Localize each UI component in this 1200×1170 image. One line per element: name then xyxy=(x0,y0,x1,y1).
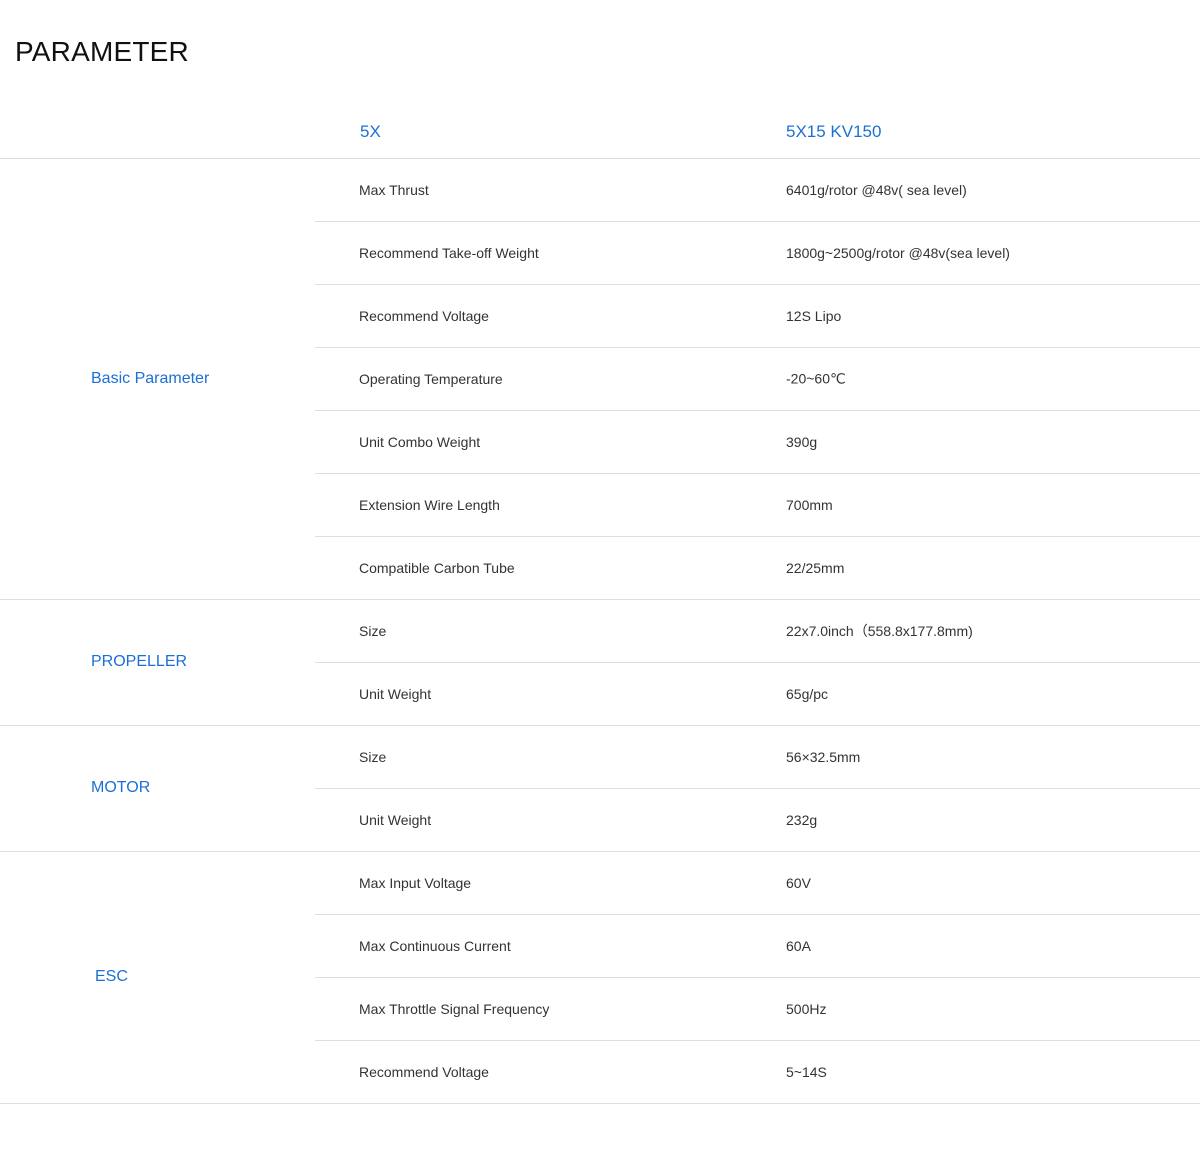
spec-value: -20~60℃ xyxy=(786,370,846,386)
spec-label: Unit Weight xyxy=(359,811,432,828)
spec-label: Size xyxy=(359,622,387,639)
group-divider xyxy=(0,1103,1200,1104)
spec-label: Max Input Voltage xyxy=(359,874,472,891)
spec-value: 500Hz xyxy=(786,1000,827,1017)
group-label: ESC xyxy=(95,968,128,985)
spec-value: 65g/pc xyxy=(786,685,829,702)
header-model: 5X15 KV150 xyxy=(786,122,882,141)
row-divider xyxy=(315,914,1200,915)
group-divider xyxy=(0,599,1200,600)
spec-label: Recommend Voltage xyxy=(359,1063,489,1080)
group-label: Basic Parameter xyxy=(91,369,210,387)
row-divider xyxy=(315,473,1200,474)
group-divider xyxy=(0,158,1200,159)
spec-label: Size xyxy=(359,748,387,765)
row-divider xyxy=(315,1040,1200,1041)
spec-label: Recommend Take-off Weight xyxy=(359,244,539,261)
group-label: MOTOR xyxy=(91,779,151,796)
group-label: PROPELLER xyxy=(91,653,188,670)
spec-label: Max Thrust xyxy=(359,181,429,198)
spec-value: 700mm xyxy=(786,496,833,513)
row-divider xyxy=(315,662,1200,663)
page-title: PARAMETER xyxy=(15,36,189,67)
spec-value: 232g xyxy=(786,811,818,828)
row-divider xyxy=(315,536,1200,537)
group-divider xyxy=(0,725,1200,726)
spec-value: 60A xyxy=(786,937,811,954)
row-divider xyxy=(315,284,1200,285)
spec-label: Unit Combo Weight xyxy=(359,433,481,450)
spec-value: 5~14S xyxy=(786,1063,827,1080)
spec-label: Max Continuous Current xyxy=(359,937,511,954)
spec-value: 22x7.0inch（558.8x177.8mm) xyxy=(786,622,973,639)
row-divider xyxy=(315,977,1200,978)
row-divider xyxy=(315,788,1200,789)
group-divider xyxy=(0,851,1200,852)
spec-label: Unit Weight xyxy=(359,685,432,702)
row-divider xyxy=(315,347,1200,348)
spec-label: Compatible Carbon Tube xyxy=(359,559,515,576)
header-series: 5X xyxy=(360,122,381,141)
spec-value: 12S Lipo xyxy=(786,307,842,324)
spec-label: Extension Wire Length xyxy=(359,496,500,513)
row-divider xyxy=(315,410,1200,411)
spec-value: 6401g/rotor @48v( sea level) xyxy=(786,181,967,198)
spec-value: 22/25mm xyxy=(786,559,845,576)
spec-value: 1800g~2500g/rotor @48v(sea level) xyxy=(786,244,1010,261)
spec-value: 56×32.5mm xyxy=(786,748,861,765)
row-divider xyxy=(315,221,1200,222)
spec-value: 390g xyxy=(786,433,818,450)
spec-label: Recommend Voltage xyxy=(359,307,489,324)
spec-value: 60V xyxy=(786,874,811,891)
spec-label: Max Throttle Signal Frequency xyxy=(359,1000,550,1017)
spec-label: Operating Temperature xyxy=(359,370,503,387)
